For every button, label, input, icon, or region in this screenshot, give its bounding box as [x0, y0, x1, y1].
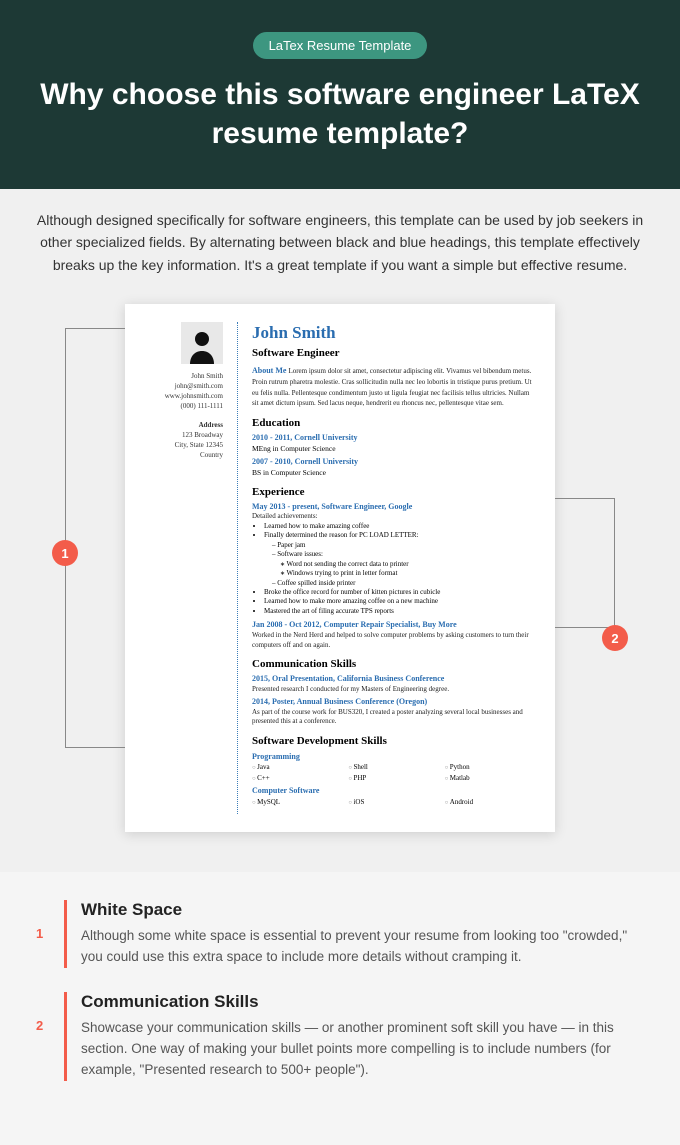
prog-heading: Programming — [252, 752, 537, 763]
exp1-sub: Detailed achievements: — [252, 512, 537, 521]
template-badge: LaTex Resume Template — [253, 32, 428, 59]
comm1-text: Presented research I conducted for my Ma… — [252, 685, 537, 694]
annotation-item: 2 Communication Skills Showcase your com… — [36, 992, 644, 1081]
skill-item: Java — [252, 763, 344, 772]
intro-text: Although designed specifically for softw… — [36, 209, 644, 276]
exp2-head: Jan 2008 - Oct 2012, Computer Repair Spe… — [252, 620, 537, 631]
sidebar-addr2: City, State 12345 — [143, 441, 223, 451]
experience-heading: Experience — [252, 485, 537, 500]
hero-section: LaTex Resume Template Why choose this so… — [0, 0, 680, 189]
annotation-title: White Space — [81, 900, 644, 920]
skill-item: Shell — [348, 763, 440, 772]
intro-section: Although designed specifically for softw… — [0, 189, 680, 304]
resume-divider — [237, 322, 238, 814]
annotation-title: Communication Skills — [81, 992, 644, 1012]
preview-section: 1 John Smith john@smith.com www.johnsmit… — [0, 304, 680, 872]
skill-item: Matlab — [445, 774, 537, 783]
skill-item: C++ — [252, 774, 344, 783]
exp1-head: May 2013 - present, Software Engineer, G… — [252, 502, 537, 513]
exp1-b2: Finally determined the reason for PC LOA… — [264, 531, 537, 588]
about-text: Lorem ipsum dolor sit amet, consectetur … — [252, 367, 532, 407]
skill-item: MySQL — [252, 798, 344, 807]
resume-title: Software Engineer — [252, 346, 537, 361]
annotations-section: 1 White Space Although some white space … — [0, 872, 680, 1145]
exp1-b2b2: Windows trying to print in letter format — [280, 569, 537, 578]
comm2-text: As part of the course work for BUS320, I… — [252, 708, 537, 727]
soft-heading: Computer Software — [252, 786, 537, 797]
sidebar-name: John Smith — [143, 372, 223, 382]
callout-badge-1: 1 — [52, 540, 78, 566]
exp1-b2c: Coffee spilled inside printer — [272, 579, 537, 588]
about-heading: About Me — [252, 366, 286, 375]
exp1-b3: Broke the office record for number of ki… — [264, 588, 537, 597]
comm1-head: 2015, Oral Presentation, California Busi… — [252, 674, 537, 685]
skill-item: Android — [445, 798, 537, 807]
soft-skills: MySQL iOS Android — [252, 798, 537, 807]
resume-name: John Smith — [252, 322, 537, 345]
education-heading: Education — [252, 416, 537, 431]
sidebar-addr3: Country — [143, 451, 223, 461]
exp1-b2b: Software issues: Word not sending the co… — [272, 550, 537, 578]
exp1-b5: Mastered the art of filing accurate TPS … — [264, 607, 537, 616]
annotation-number: 2 — [36, 992, 50, 1081]
annotation-body: Showcase your communication skills — or … — [81, 1018, 644, 1081]
edu-1-detail: MEng in Computer Science — [252, 444, 537, 454]
sidebar-phone: (000) 111-1111 — [143, 402, 223, 412]
sidebar-web: www.johnsmith.com — [143, 392, 223, 402]
sidebar-address-heading: Address — [143, 421, 223, 431]
skill-item: Python — [445, 763, 537, 772]
skill-item: iOS — [348, 798, 440, 807]
callout-badge-2: 2 — [602, 625, 628, 651]
prog-skills: Java Shell Python C++ PHP Matlab — [252, 763, 537, 783]
avatar-icon — [181, 322, 223, 364]
skill-item: PHP — [348, 774, 440, 783]
comm-heading: Communication Skills — [252, 657, 537, 672]
exp1-b1: Learned how to make amazing coffee — [264, 522, 537, 531]
exp1-b2b1: Word not sending the correct data to pri… — [280, 560, 537, 569]
dev-heading: Software Development Skills — [252, 734, 537, 749]
exp1-b2a: Paper jam — [272, 541, 537, 550]
resume-preview: John Smith john@smith.com www.johnsmith.… — [125, 304, 555, 832]
exp2-text: Worked in the Nerd Herd and helped to so… — [252, 631, 537, 650]
hero-title: Why choose this software engineer LaTeX … — [20, 75, 660, 153]
comm2-head: 2014, Poster, Annual Business Conference… — [252, 697, 537, 708]
exp1-b4: Learned how to make more amazing coffee … — [264, 597, 537, 606]
callout-leader-left: 1 — [65, 358, 125, 778]
edu-1-period: 2010 - 2011, Cornell University — [252, 433, 537, 444]
callout-leader-right: 2 — [555, 358, 615, 778]
edu-2-detail: BS in Computer Science — [252, 468, 537, 478]
annotation-body: Although some white space is essential t… — [81, 926, 644, 968]
annotation-item: 1 White Space Although some white space … — [36, 900, 644, 968]
edu-2-period: 2007 - 2010, Cornell University — [252, 457, 537, 468]
sidebar-email: john@smith.com — [143, 382, 223, 392]
resume-main: John Smith Software Engineer About Me Lo… — [252, 322, 537, 814]
resume-sidebar: John Smith john@smith.com www.johnsmith.… — [143, 322, 223, 814]
annotation-number: 1 — [36, 900, 50, 968]
sidebar-addr1: 123 Broadway — [143, 431, 223, 441]
